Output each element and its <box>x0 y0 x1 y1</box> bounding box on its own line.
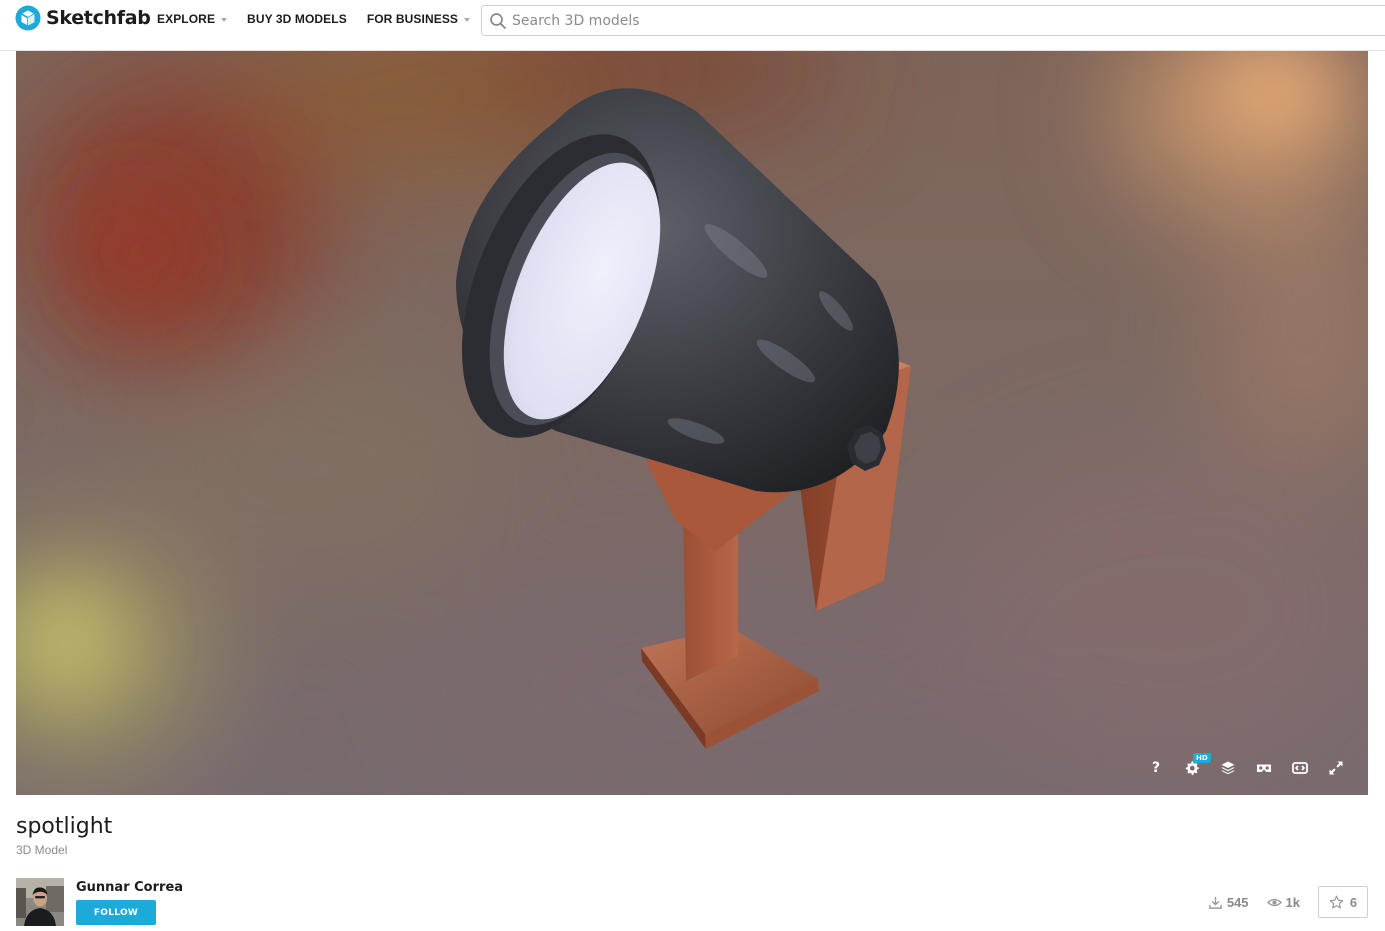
help-icon: ? <box>1151 760 1161 776</box>
download-count: 545 <box>1208 895 1249 910</box>
model-title: spotlight <box>16 814 113 839</box>
layers-icon <box>1221 761 1235 775</box>
like-button[interactable]: 6 <box>1318 886 1368 918</box>
author-avatar-image <box>16 878 64 926</box>
chevron-down-icon <box>464 17 471 22</box>
avatar[interactable] <box>16 878 64 926</box>
model-type-label: 3D Model <box>16 843 68 857</box>
sketchfab-logo[interactable]: Sketchfab <box>15 4 151 32</box>
star-icon <box>1329 895 1344 908</box>
author-name[interactable]: Gunnar Correa <box>76 880 183 895</box>
view-count: 1k <box>1266 894 1300 910</box>
model-stats: 545 1k 6 <box>1208 886 1368 918</box>
help-button[interactable]: ? <box>1138 755 1174 781</box>
nav-explore-label: EXPLORE <box>157 12 216 26</box>
embed-button[interactable] <box>1282 755 1318 781</box>
embed-icon <box>1292 762 1308 774</box>
nav-buy-label: BUY 3D MODELS <box>247 12 347 26</box>
viewer-controls: ? HD <box>1138 753 1354 781</box>
top-header: Sketchfab EXPLORE BUY 3D MODELS FOR BUSI… <box>0 0 1385 51</box>
search-bar <box>481 5 1385 36</box>
vr-button[interactable] <box>1246 755 1282 781</box>
like-count: 6 <box>1349 894 1358 910</box>
vr-icon <box>1257 764 1271 772</box>
download-count-value: 545 <box>1226 894 1249 910</box>
hd-badge: HD <box>1193 753 1211 763</box>
nav-explore[interactable]: EXPLORE <box>157 12 228 26</box>
search-icon <box>490 13 506 29</box>
chevron-down-icon <box>221 17 228 22</box>
nav-buy-3d-models[interactable]: BUY 3D MODELS <box>247 12 347 26</box>
nav-for-business[interactable]: FOR BUSINESS <box>366 12 471 26</box>
spotlight-3d-model <box>456 88 911 749</box>
main-nav: EXPLORE BUY 3D MODELS FOR BUSINESS <box>157 12 490 26</box>
search-input[interactable] <box>512 7 1372 34</box>
eye-icon <box>1266 898 1282 906</box>
download-icon <box>1209 896 1222 909</box>
settings-button[interactable]: HD <box>1174 753 1211 781</box>
view-count-value: 1k <box>1285 894 1300 910</box>
model-viewer[interactable]: ? HD <box>16 51 1368 795</box>
fullscreen-button[interactable] <box>1318 755 1354 781</box>
fullscreen-icon <box>1329 761 1343 775</box>
follow-button[interactable]: FOLLOW <box>76 900 156 925</box>
brand-name: Sketchfab <box>46 7 151 29</box>
nav-business-label: FOR BUSINESS <box>366 12 459 26</box>
layers-button[interactable] <box>1210 755 1246 781</box>
sketchfab-logo-icon <box>15 5 41 31</box>
